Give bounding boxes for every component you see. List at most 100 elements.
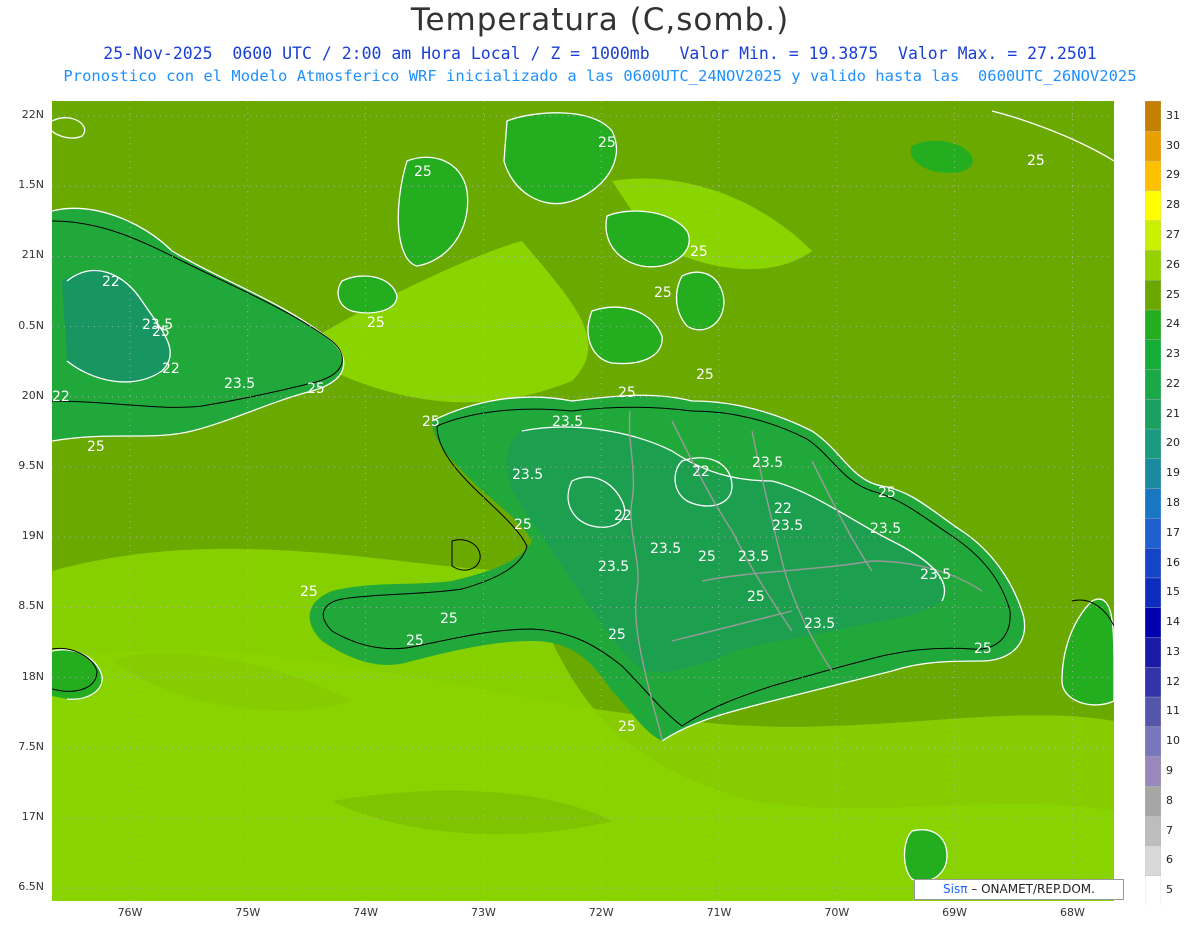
colorbar-label: 15 (1166, 585, 1180, 599)
colorbar-segment (1145, 130, 1161, 162)
lat-label: 21N (21, 248, 44, 262)
contour-label-25: 25 (698, 549, 716, 565)
lon-label: 68W (1059, 906, 1085, 919)
credit-box: Sisπ – ONAMET/REP.DOM. (914, 879, 1124, 900)
colorbar-label: 5 (1166, 883, 1173, 897)
colorbar-segment (1145, 368, 1161, 400)
colorbar-segment (1145, 309, 1161, 340)
colorbar-segment (1145, 487, 1161, 519)
colorbar-segment (1145, 726, 1161, 757)
colorbar-label: 27 (1166, 228, 1180, 241)
lat-label: 0.5N (18, 318, 44, 332)
colorbar-label: 21 (1166, 406, 1180, 420)
contour-label-25: 25 (514, 517, 532, 533)
colorbar-label: 14 (1166, 615, 1180, 629)
colorbar-segment (1145, 428, 1161, 460)
contour-label-23p5: 23.5 (650, 541, 681, 557)
contour-label-22: 22 (614, 508, 632, 524)
lon-label: 70W (824, 906, 850, 919)
colorbar-segment (1145, 339, 1161, 370)
map-canvas: 25 22 23.5 22 23.5 22 25 25 25 25 25 25 … (52, 101, 1114, 901)
contour-label-25: 25 (747, 589, 765, 605)
contour-label-22: 22 (162, 361, 180, 377)
colorbar-label: 9 (1166, 764, 1173, 777)
contour-label-25: 25 (608, 627, 626, 643)
colorbar-segment (1145, 517, 1161, 549)
temperature-map: 25 22 23.5 22 23.5 22 25 25 25 25 25 25 … (52, 101, 1114, 901)
map-subtitle-model: Pronostico con el Modelo Atmosferico WRF… (63, 67, 1137, 85)
colorbar-label: 25 (1166, 287, 1180, 301)
colorbar-label: 8 (1166, 793, 1173, 807)
contour-label-23p5: 23.5 (512, 467, 543, 483)
colorbar-label: 20 (1166, 436, 1180, 450)
lat-label: 6.5N (18, 880, 44, 894)
colorbar-segment (1145, 607, 1161, 638)
colorbar-label: 7 (1166, 823, 1173, 837)
lat-label: 8.5N (18, 599, 44, 613)
colorbar-segment (1145, 190, 1161, 221)
contour-label-25: 25 (87, 439, 105, 455)
colorbar-segment (1145, 547, 1161, 579)
lat-label: 17N (21, 810, 44, 823)
colorbar-label: 16 (1166, 555, 1180, 569)
colorbar-label: 17 (1166, 525, 1180, 539)
lat-label: 1.5N (18, 178, 44, 192)
colorbar-label: 22 (1166, 376, 1180, 390)
contour-label-25: 25 (878, 485, 896, 501)
contour-label-25: 25 (598, 135, 616, 151)
lon-label: 75W (235, 906, 261, 919)
contour-label-23p5: 23.5 (772, 518, 803, 534)
colorbar-segment (1145, 785, 1161, 817)
map-subtitle-time: 25-Nov-2025 0600 UTC / 2:00 am Hora Loca… (103, 44, 1097, 63)
contour-label-25: 25 (307, 381, 325, 397)
lon-label: 74W (353, 906, 379, 919)
colorbar-label: 6 (1166, 853, 1173, 867)
colorbar-segment (1145, 666, 1161, 698)
contour-label-23p5: 23.5 (142, 317, 173, 333)
lon-label: 71W (706, 906, 732, 919)
colorbar-label: 30 (1166, 138, 1180, 152)
colorbar-label: 29 (1166, 168, 1180, 182)
colorbar-segment (1145, 875, 1161, 905)
colorbar-label: 19 (1166, 466, 1180, 480)
colorbar-segment (1145, 219, 1161, 251)
contour-label-25: 25 (367, 315, 385, 331)
colorbar-segment (1145, 160, 1161, 192)
colorbar-segment (1145, 696, 1161, 728)
colorbar-label: 28 (1166, 198, 1180, 212)
credit-brand: Sisπ (943, 882, 968, 896)
contour-label-25: 25 (974, 641, 992, 657)
contour-label-25: 25 (696, 367, 714, 383)
contour-label-25: 25 (1027, 153, 1045, 169)
contour-label-22: 22 (52, 389, 70, 405)
lat-label: 20N (21, 388, 44, 402)
colorbar (1145, 101, 1161, 905)
credit-text: – ONAMET/REP.DOM. (967, 882, 1095, 896)
contour-label-23p5: 23.5 (870, 521, 901, 537)
contour-label-25: 25 (654, 285, 672, 301)
colorbar-segment (1145, 845, 1161, 876)
colorbar-segment (1145, 101, 1161, 132)
colorbar-segment (1145, 577, 1161, 608)
lat-label: 19N (21, 529, 44, 543)
contour-label-23p5: 23.5 (752, 455, 783, 471)
map-title: Temperatura (C,somb.) (410, 2, 790, 38)
contour-label-23p5: 23.5 (738, 549, 769, 565)
colorbar-segment (1145, 398, 1161, 430)
colorbar-label: 10 (1166, 734, 1180, 748)
colorbar-label: 31 (1166, 108, 1180, 122)
colorbar-segment (1145, 815, 1161, 847)
colorbar-label: 11 (1166, 704, 1180, 718)
contour-label-22: 22 (102, 274, 120, 290)
colorbar-label: 26 (1166, 257, 1180, 271)
lon-label: 72W (588, 906, 614, 919)
contour-label-25: 25 (414, 164, 432, 180)
contour-label-25: 25 (618, 719, 636, 735)
colorbar-label: 24 (1166, 317, 1180, 331)
lat-label: 22N (21, 108, 44, 121)
contour-label-25: 25 (406, 633, 424, 649)
contour-label-25: 25 (440, 611, 458, 627)
colorbar-segment (1145, 636, 1161, 668)
colorbar-segment (1145, 755, 1161, 787)
contour-label-22: 22 (774, 501, 792, 517)
